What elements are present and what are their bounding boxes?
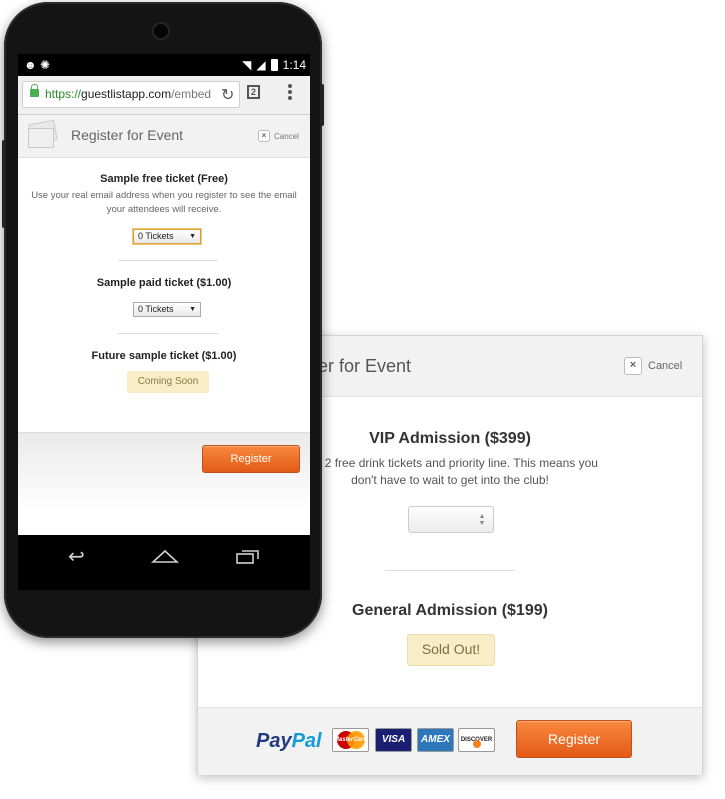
free-ticket-description: Use your real email address when you reg… (31, 190, 297, 215)
close-icon: × (624, 357, 642, 375)
visa-logo: VISA (375, 728, 412, 752)
reload-icon[interactable]: ↻ (221, 85, 234, 105)
desktop-footer: PayPal MasterCard VISA AMEX DISCOVER Reg… (198, 707, 702, 775)
free-ticket-quantity-select[interactable]: 0 Tickets ▼ (133, 229, 201, 244)
mastercard-logo: MasterCard (332, 728, 369, 752)
desktop-register-button[interactable]: Register (516, 720, 632, 758)
mobile-cancel-button[interactable]: × Cancel (258, 130, 299, 142)
home-icon[interactable] (151, 549, 179, 563)
ticket-icon (26, 119, 58, 148)
close-icon: × (258, 130, 270, 142)
power-button (320, 84, 324, 126)
phone-device: ☻ ✺ ◥ ◢ 1:14 https://guestlistapp.com/em… (2, 2, 324, 638)
desktop-cancel-label: Cancel (648, 360, 683, 372)
tabs-icon[interactable]: 2 (247, 85, 260, 99)
desktop-cancel-button[interactable]: × Cancel (624, 357, 682, 375)
url-text: https://guestlistapp.com/embed (45, 87, 212, 101)
lock-icon (30, 84, 39, 97)
android-nav-bar: ↩ (18, 535, 310, 590)
mobile-header: Register for Event × Cancel (18, 115, 310, 158)
vip-ticket-description: des 2 free drink tickets and priority li… (302, 456, 598, 487)
dropdown-arrow-icon: ▼ (189, 233, 196, 240)
url-field[interactable]: https://guestlistapp.com/embed ↻ (22, 81, 240, 108)
mobile-register-button[interactable]: Register (202, 445, 300, 473)
coming-soon-badge: Coming Soon (127, 371, 209, 393)
paypal-logo: PayPal (256, 730, 322, 752)
dropdown-arrow-icon: ▼ (189, 306, 196, 313)
mobile-title: Register for Event (71, 127, 184, 143)
signal-icon: ◢ (256, 58, 266, 72)
system-icons: ◥ ◢ 1:14 (242, 58, 306, 72)
recent-apps-icon[interactable] (236, 550, 260, 564)
back-icon[interactable]: ↩ (68, 547, 94, 567)
amex-logo: AMEX (417, 728, 454, 752)
divider (118, 333, 218, 334)
vip-quantity-select[interactable]: ▲ ▼ (408, 506, 494, 533)
overflow-menu-icon[interactable] (288, 84, 292, 102)
sold-out-badge: Sold Out! (407, 634, 495, 666)
paid-ticket-quantity-select[interactable]: 0 Tickets ▼ (133, 302, 201, 317)
clock: 1:14 (282, 58, 306, 72)
wifi-icon: ◥ (242, 58, 252, 72)
stepper-arrows-icon: ▲ ▼ (478, 513, 486, 527)
battery-icon (270, 59, 278, 71)
free-ticket-name: Sample free ticket (Free) (100, 173, 228, 185)
sync-icon: ✺ (39, 58, 51, 72)
front-camera (154, 24, 168, 38)
discover-logo: DISCOVER (458, 728, 495, 752)
volume-button (2, 140, 6, 228)
paid-ticket-name: Sample paid ticket ($1.00) (96, 277, 232, 289)
status-bar: ☻ ✺ ◥ ◢ 1:14 (18, 54, 310, 76)
notification-icons: ☻ ✺ (24, 58, 50, 72)
divider (385, 570, 515, 571)
mobile-cancel-label: Cancel (274, 131, 299, 141)
phone-screen: ☻ ✺ ◥ ◢ 1:14 https://guestlistapp.com/em… (18, 54, 310, 590)
divider (118, 260, 218, 261)
future-ticket-name: Future sample ticket ($1.00) (91, 350, 237, 362)
mobile-footer: Register (18, 432, 310, 513)
browser-toolbar: https://guestlistapp.com/embed ↻ 2 (18, 76, 310, 115)
hangouts-icon: ☻ (24, 58, 37, 72)
